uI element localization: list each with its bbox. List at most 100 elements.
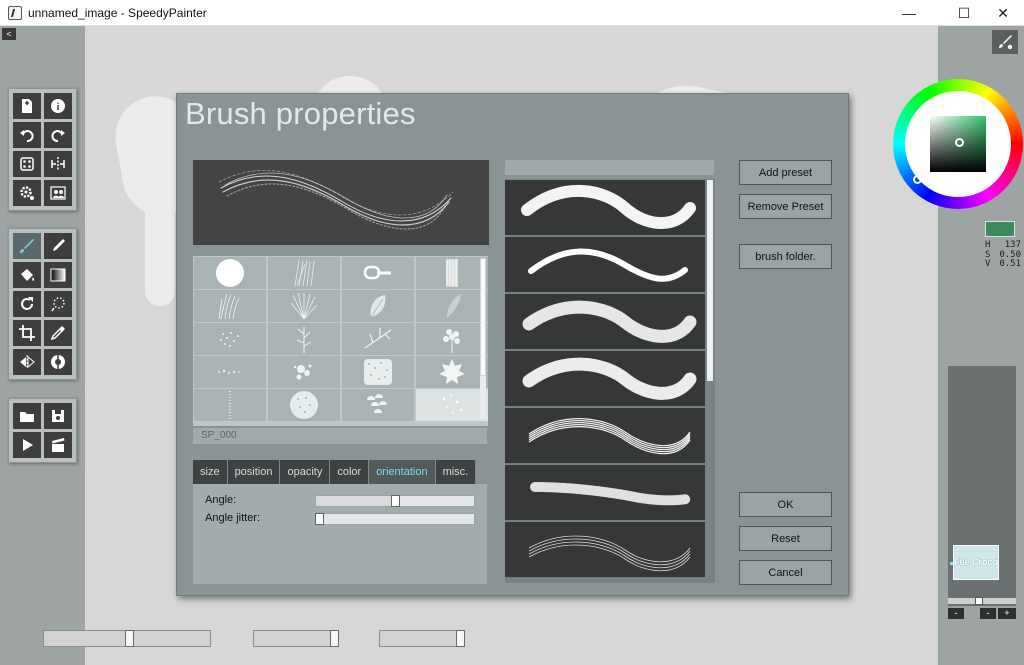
brush-tip-circle[interactable] <box>194 257 266 289</box>
close-button[interactable]: ✕ <box>980 0 1024 26</box>
symmetry-icon[interactable] <box>44 151 72 177</box>
collapse-panel-button[interactable]: < <box>2 28 16 40</box>
zoom-slider[interactable] <box>379 630 465 647</box>
orientation-properties-panel: Angle: Angle jitter: <box>193 484 487 584</box>
preset-thin-ribbon[interactable] <box>505 237 705 293</box>
remove-preset-button[interactable]: Remove Preset <box>739 194 832 219</box>
brush-tip-grass-streaks[interactable] <box>268 257 340 289</box>
brush-tip-rough-stroke[interactable] <box>416 257 488 289</box>
angle-jitter-slider-thumb[interactable] <box>315 513 324 525</box>
brush-tip-speckle-circle[interactable] <box>268 389 340 421</box>
tab-orientation[interactable]: orientation <box>369 460 436 484</box>
brush-tip-stars[interactable] <box>416 389 488 421</box>
hsv-readout: H 137 S 0.50 V 0.51 <box>985 240 1021 270</box>
preset-scrollbar-thumb[interactable] <box>707 180 713 381</box>
brush-tip-maple-leaf[interactable] <box>416 356 488 388</box>
preset-spray-dots[interactable] <box>505 465 705 521</box>
layer-minus-button[interactable]: - <box>980 608 996 619</box>
layer-add-button[interactable]: + <box>998 608 1016 619</box>
minimize-button[interactable]: — <box>886 0 932 26</box>
rotate-icon[interactable] <box>13 291 41 317</box>
hue-marker[interactable] <box>913 175 922 184</box>
tab-misc[interactable]: misc. <box>435 460 477 484</box>
people-icon[interactable] <box>44 180 72 206</box>
preset-dry-brush[interactable] <box>505 351 705 407</box>
color-adjust-icon[interactable] <box>44 349 72 375</box>
preset-hair-lines[interactable] <box>505 522 705 578</box>
brush-tip-branch[interactable] <box>268 323 340 355</box>
cancel-button[interactable]: Cancel <box>739 560 832 585</box>
brush-tip-dotted-line[interactable] <box>194 389 266 421</box>
saturation-value-square[interactable] <box>930 116 986 172</box>
save-icon[interactable] <box>44 403 72 429</box>
brush-tip-grid <box>193 256 488 426</box>
toolbox-tools <box>8 228 77 380</box>
tab-position[interactable]: position <box>227 460 281 484</box>
brush-size-slider[interactable] <box>43 630 211 647</box>
brush-settings-icon <box>999 35 1013 50</box>
window-title: unnamed_image - SpeedyPainter <box>28 5 207 20</box>
new-document-icon[interactable] <box>13 93 41 119</box>
play-icon[interactable] <box>13 432 41 458</box>
minimize-icon: — <box>902 5 916 21</box>
settings-icon[interactable] <box>13 180 41 206</box>
fill-bucket-icon[interactable] <box>13 262 41 288</box>
brush-tip-chain-link[interactable] <box>342 257 414 289</box>
tab-opacity[interactable]: opacity <box>280 460 331 484</box>
brush-tip-splatter[interactable] <box>268 356 340 388</box>
dice-icon[interactable] <box>13 151 41 177</box>
color-wheel[interactable] <box>893 79 1023 209</box>
brush-tip-hair-tuft[interactable] <box>194 290 266 322</box>
brush-tip-scales[interactable] <box>342 389 414 421</box>
preset-rough-chalk[interactable] <box>505 294 705 350</box>
sv-marker[interactable] <box>955 138 964 147</box>
angle-slider-thumb[interactable] <box>391 495 400 507</box>
marker-icon[interactable] <box>44 233 72 259</box>
brush-opacity-slider-thumb[interactable] <box>330 630 339 647</box>
tab-color[interactable]: color <box>330 460 370 484</box>
brush-tip-dots[interactable] <box>194 356 266 388</box>
flip-icon[interactable] <box>13 349 41 375</box>
lasso-select-icon[interactable] <box>44 291 72 317</box>
clapperboard-icon[interactable] <box>44 432 72 458</box>
maximize-icon: ☐ <box>957 4 971 21</box>
layer-opacity-slider[interactable] <box>948 597 1016 605</box>
gradient-icon[interactable] <box>44 262 72 288</box>
crop-icon[interactable] <box>13 320 41 346</box>
ok-button[interactable]: OK <box>739 492 832 517</box>
brush-tip-thin-leaf[interactable] <box>416 290 488 322</box>
eyedropper-icon[interactable] <box>44 320 72 346</box>
brush-tip-speckle-cloud[interactable] <box>194 323 266 355</box>
preset-bristle[interactable] <box>505 408 705 464</box>
open-folder-icon[interactable] <box>13 403 41 429</box>
close-icon: ✕ <box>997 4 1009 21</box>
brush-settings-button[interactable] <box>992 30 1018 54</box>
current-color-swatch[interactable] <box>985 221 1015 237</box>
brush-size-slider-thumb[interactable] <box>125 630 134 647</box>
brush-opacity-slider[interactable] <box>253 630 339 647</box>
preset-list-header <box>505 160 714 175</box>
brush-properties-dialog: Brush properties SP_000 size position op… <box>176 93 849 596</box>
brush-tip-leaf[interactable] <box>342 290 414 322</box>
angle-slider[interactable] <box>315 495 475 507</box>
layer-remove-button[interactable]: - <box>948 608 964 619</box>
brush-tip-feather-fan[interactable] <box>268 290 340 322</box>
undo-icon[interactable] <box>13 122 41 148</box>
layer-thumbnail[interactable]: File Croco <box>953 545 999 580</box>
layer-opacity-slider-thumb[interactable] <box>975 597 983 605</box>
brush-tip-stipple-square[interactable] <box>342 356 414 388</box>
zoom-slider-thumb[interactable] <box>456 630 465 647</box>
angle-jitter-slider[interactable] <box>315 513 475 525</box>
brush-folder-button[interactable]: brush folder. <box>739 244 832 269</box>
redo-icon[interactable] <box>44 122 72 148</box>
brush-tip-twig[interactable] <box>342 323 414 355</box>
add-preset-button[interactable]: Add preset <box>739 160 832 185</box>
brush-tip-scrollbar-thumb[interactable] <box>480 258 486 376</box>
reset-button[interactable]: Reset <box>739 526 832 551</box>
brush-icon[interactable] <box>13 233 41 259</box>
value-value: 0.51 <box>999 259 1021 269</box>
tab-size[interactable]: size <box>193 460 228 484</box>
brush-tip-leafy-branch[interactable] <box>416 323 488 355</box>
info-icon[interactable]: i <box>44 93 72 119</box>
preset-smooth-taper[interactable] <box>505 180 705 236</box>
